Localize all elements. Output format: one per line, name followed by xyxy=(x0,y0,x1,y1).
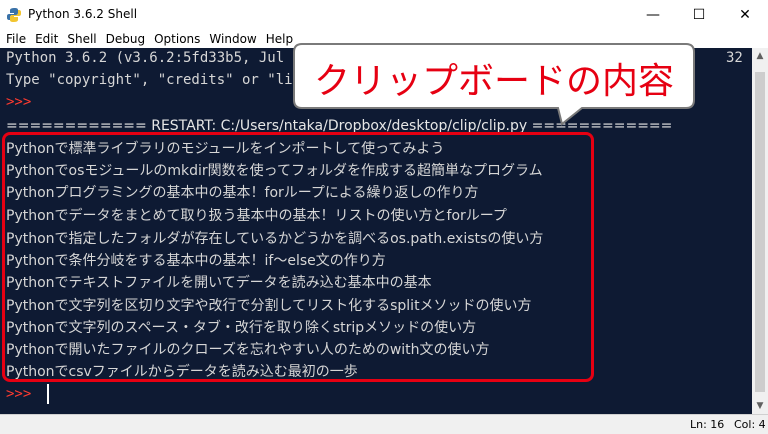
shell-prompt-current: >>> xyxy=(6,386,32,402)
output-line: Pythonプログラミングの基本中の基本！forループによる繰り返しの作り方 xyxy=(6,185,479,201)
output-line: Pythonで標準ライブラリのモジュールをインポートして使ってみよう xyxy=(6,141,445,157)
menu-options[interactable]: Options xyxy=(154,32,200,46)
banner-line-1-tail: 32 xyxy=(726,50,743,66)
vertical-scrollbar[interactable]: ▲ ▼ xyxy=(752,48,768,414)
output-line: Pythonでテキストファイルを開いてデータを読み込む基本中の基本 xyxy=(6,275,432,291)
text-cursor xyxy=(47,384,49,404)
menu-shell[interactable]: Shell xyxy=(67,32,96,46)
output-line: Pythonで文字列を区切り文字や改行で分割してリスト化するsplitメソッドの… xyxy=(6,298,532,314)
output-line: Pythonで条件分岐をする基本中の基本！if〜else文の作り方 xyxy=(6,253,386,269)
title-bar: Python 3.6.2 Shell — ☐ ✕ xyxy=(0,0,768,30)
menu-help[interactable]: Help xyxy=(266,32,293,46)
close-icon: ✕ xyxy=(739,7,751,23)
output-line: Pythonでosモジュールのmkdir関数を使ってフォルダを作成する超簡単なプ… xyxy=(6,163,543,179)
banner-line-1: Python 3.6.2 (v3.6.2:5fd33b5, Jul 8 20 xyxy=(6,50,327,66)
close-button[interactable]: ✕ xyxy=(722,0,768,30)
menu-file[interactable]: File xyxy=(6,32,26,46)
output-line: Pythonでcsvファイルからデータを読み込む最初の一歩 xyxy=(6,364,358,380)
menu-debug[interactable]: Debug xyxy=(106,32,145,46)
menu-edit[interactable]: Edit xyxy=(35,32,58,46)
output-line: Pythonで開いたファイルのクローズを忘れやすい人のためのwith文の使い方 xyxy=(6,342,490,358)
status-column-number: Col: 4 xyxy=(734,418,766,431)
shell-prompt: >>> xyxy=(6,94,32,110)
output-line: Pythonで指定したフォルダが存在しているかどうかを調べるos.path.ex… xyxy=(6,231,544,247)
menu-window[interactable]: Window xyxy=(209,32,256,46)
output-line: Pythonで文字列のスペース・タブ・改行を取り除くstripメソッドの使い方 xyxy=(6,320,477,336)
python-icon xyxy=(7,8,21,22)
maximize-icon: ☐ xyxy=(692,7,706,23)
callout-label: クリップボードの内容 xyxy=(313,61,674,102)
window-title: Python 3.6.2 Shell xyxy=(28,7,138,21)
maximize-button[interactable]: ☐ xyxy=(676,0,722,30)
minimize-icon: — xyxy=(646,7,660,23)
minimize-button[interactable]: — xyxy=(630,0,676,30)
scroll-down-arrow-icon[interactable]: ▼ xyxy=(752,398,768,414)
scroll-up-arrow-icon[interactable]: ▲ xyxy=(752,48,768,64)
scrollbar-thumb[interactable] xyxy=(755,72,765,392)
status-bar: Ln: 16 Col: 4 xyxy=(0,414,768,434)
status-line-number: Ln: 16 xyxy=(690,418,725,431)
output-line: Pythonでデータをまとめて取り扱う基本中の基本！リストの使い方とforループ xyxy=(6,208,507,224)
